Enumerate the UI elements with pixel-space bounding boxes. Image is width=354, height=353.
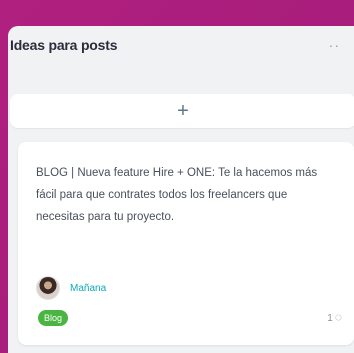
column-title: Ideas para posts <box>10 37 118 53</box>
card-text: BLOG | Nueva feature Hire + ONE: Te la h… <box>36 167 318 223</box>
add-card-button[interactable]: + <box>10 94 354 128</box>
assignee-row: Mañana <box>36 276 106 300</box>
comments-count[interactable]: 1 ◌ <box>327 310 342 324</box>
tag-badge[interactable]: Blog <box>38 310 68 326</box>
avatar[interactable] <box>36 276 60 300</box>
plus-icon: + <box>177 100 189 122</box>
column-header: Ideas para posts ·· <box>10 34 340 56</box>
task-card[interactable]: BLOG | Nueva feature Hire + ONE: Te la h… <box>18 142 354 345</box>
due-date[interactable]: Mañana <box>70 283 106 294</box>
comment-icon: ◌ <box>334 310 342 324</box>
comments-number: 1 <box>327 312 333 324</box>
more-icon[interactable]: ·· <box>329 37 340 53</box>
